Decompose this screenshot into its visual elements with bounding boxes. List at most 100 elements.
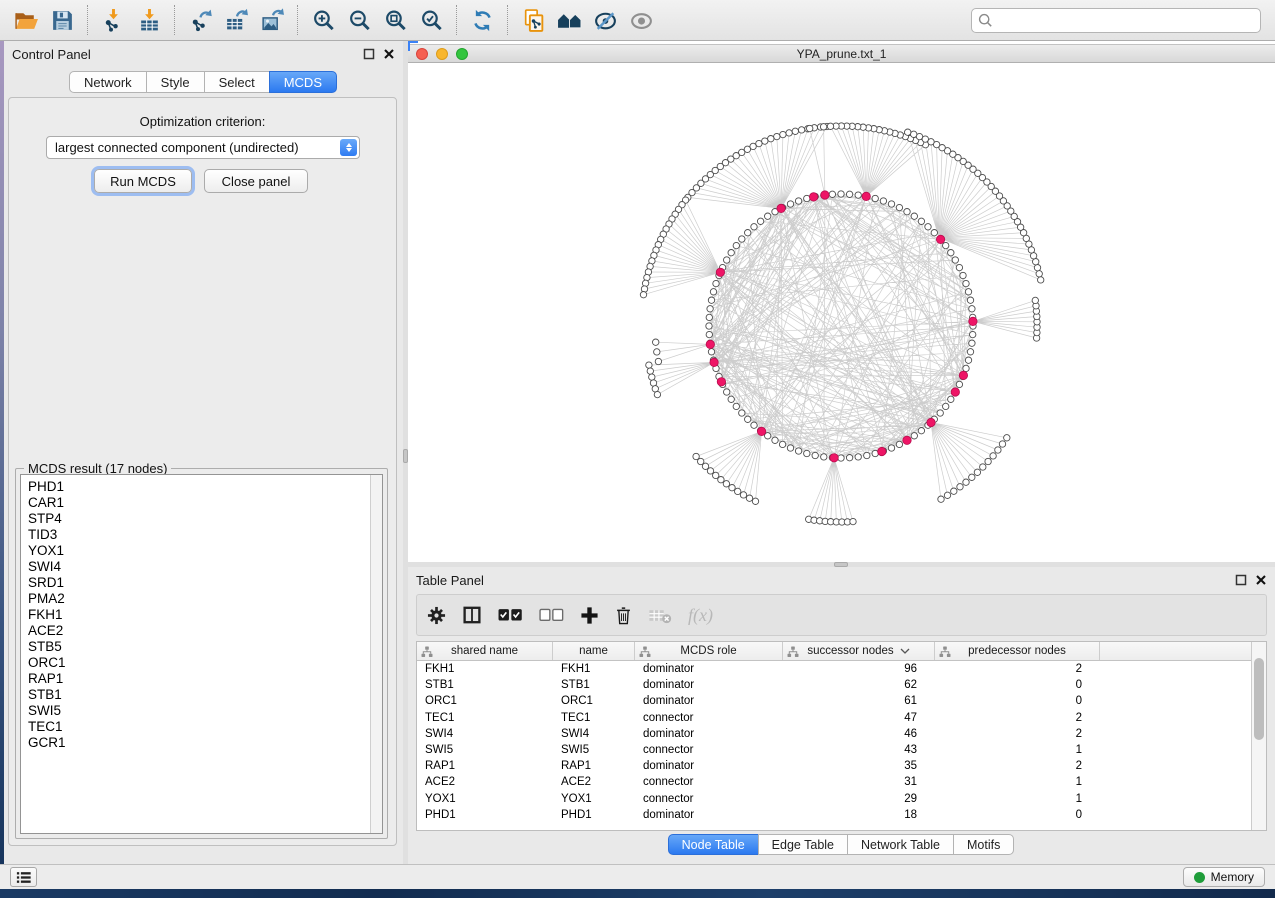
graph-node[interactable]: [995, 447, 1001, 453]
import-table-button[interactable]: [131, 4, 167, 36]
graph-node[interactable]: [951, 488, 957, 494]
graph-node[interactable]: [739, 236, 745, 242]
mcds-result-item[interactable]: FKH1: [21, 607, 382, 623]
mcds-result-item[interactable]: SRD1: [21, 575, 382, 591]
graph-node[interactable]: [963, 479, 969, 485]
graph-node[interactable]: [980, 464, 986, 470]
graph-node[interactable]: [733, 242, 739, 248]
export-network-button[interactable]: [182, 4, 218, 36]
mcds-graph-node[interactable]: [777, 204, 785, 212]
mcds-graph-node[interactable]: [936, 235, 944, 243]
column-header-shared-name[interactable]: shared name: [417, 642, 553, 660]
graph-node[interactable]: [807, 125, 813, 131]
graph-node[interactable]: [925, 224, 931, 230]
table-row-ace2[interactable]: ACE2ACE2connector311: [417, 774, 1251, 790]
tab-network-table[interactable]: Network Table: [847, 834, 954, 855]
list-scrollbar[interactable]: [370, 475, 382, 833]
mcds-result-item[interactable]: GCR1: [21, 735, 382, 751]
graph-node[interactable]: [952, 257, 958, 263]
table-row-stb1[interactable]: STB1STB1dominator620: [417, 677, 1251, 693]
graph-node[interactable]: [772, 437, 778, 443]
mcds-result-item[interactable]: YOX1: [21, 543, 382, 559]
graph-node[interactable]: [937, 410, 943, 416]
mcds-result-item[interactable]: ACE2: [21, 623, 382, 639]
export-image-button[interactable]: [254, 4, 290, 36]
table-scrollbar[interactable]: [1251, 642, 1266, 830]
graph-node[interactable]: [739, 410, 745, 416]
graph-node[interactable]: [752, 498, 758, 504]
graph-node[interactable]: [751, 224, 757, 230]
graph-node[interactable]: [707, 468, 713, 474]
close-panel-button[interactable]: Close panel: [204, 169, 308, 193]
graph-node[interactable]: [740, 492, 746, 498]
graph-node[interactable]: [944, 492, 950, 498]
graph-node[interactable]: [649, 374, 655, 380]
graph-node[interactable]: [779, 441, 785, 447]
graph-node[interactable]: [787, 445, 793, 451]
graph-node[interactable]: [963, 280, 969, 286]
mcds-result-item[interactable]: STP4: [21, 511, 382, 527]
export-table-button[interactable]: [218, 4, 254, 36]
mcds-result-item[interactable]: STB5: [21, 639, 382, 655]
graph-node[interactable]: [911, 131, 917, 137]
mcds-result-item[interactable]: PHD1: [21, 475, 382, 495]
graph-node[interactable]: [1030, 253, 1036, 259]
graph-node[interactable]: [728, 396, 734, 402]
table-body[interactable]: FKH1FKH1dominator962STB1STB1dominator620…: [417, 661, 1251, 830]
zoom-selected-button[interactable]: [413, 4, 449, 36]
graph-node[interactable]: [706, 323, 712, 329]
first-neighbors-button[interactable]: [551, 4, 587, 36]
graph-node[interactable]: [948, 250, 954, 256]
graph-node[interactable]: [960, 272, 966, 278]
graph-node[interactable]: [838, 455, 844, 461]
graph-node[interactable]: [647, 368, 653, 374]
graph-node[interactable]: [846, 191, 852, 197]
tab-edge-table[interactable]: Edge Table: [758, 834, 848, 855]
graph-node[interactable]: [708, 297, 714, 303]
graph-node[interactable]: [713, 280, 719, 286]
mcds-graph-node[interactable]: [809, 193, 817, 201]
graph-node[interactable]: [905, 129, 911, 135]
graph-node[interactable]: [733, 403, 739, 409]
close-panel-icon[interactable]: [1255, 574, 1267, 586]
show-columns-button[interactable]: [462, 606, 482, 624]
graph-node[interactable]: [723, 481, 729, 487]
graph-node[interactable]: [999, 441, 1005, 447]
graph-node[interactable]: [943, 242, 949, 248]
select-all-button[interactable]: [498, 608, 523, 622]
column-header-name[interactable]: name: [553, 642, 635, 660]
refresh-layout-button[interactable]: [464, 4, 500, 36]
graph-node[interactable]: [724, 257, 730, 263]
mcds-graph-node[interactable]: [969, 317, 977, 325]
table-row-tec1[interactable]: TEC1TEC1connector472: [417, 710, 1251, 726]
graph-node[interactable]: [931, 230, 937, 236]
graph-node[interactable]: [646, 362, 652, 368]
graph-node[interactable]: [820, 124, 826, 130]
zoom-out-button[interactable]: [341, 4, 377, 36]
mcds-result-item[interactable]: CAR1: [21, 495, 382, 511]
table-row-orc1[interactable]: ORC1ORC1dominator610: [417, 693, 1251, 709]
mcds-result-item[interactable]: SWI5: [21, 703, 382, 719]
graph-node[interactable]: [904, 209, 910, 215]
mcds-graph-node[interactable]: [878, 447, 886, 455]
mcds-graph-node[interactable]: [710, 358, 718, 366]
graph-node[interactable]: [967, 297, 973, 303]
graph-node[interactable]: [787, 201, 793, 207]
mcds-result-list[interactable]: PHD1CAR1STP4TID3YOX1SWI4SRD1PMA2FKH1ACE2…: [20, 474, 383, 834]
mcds-graph-node[interactable]: [717, 378, 725, 386]
graph-node[interactable]: [728, 250, 734, 256]
tab-node-table[interactable]: Node Table: [668, 834, 759, 855]
graph-node[interactable]: [798, 127, 804, 133]
graph-node[interactable]: [963, 365, 969, 371]
mcds-graph-node[interactable]: [903, 436, 911, 444]
graph-node[interactable]: [888, 201, 894, 207]
graph-node[interactable]: [985, 458, 991, 464]
graph-node[interactable]: [888, 445, 894, 451]
graph-node[interactable]: [1033, 259, 1039, 265]
graph-node[interactable]: [1038, 277, 1044, 283]
graph-node[interactable]: [855, 454, 861, 460]
graph-node[interactable]: [969, 474, 975, 480]
open-file-button[interactable]: [8, 4, 44, 36]
graph-node[interactable]: [838, 191, 844, 197]
graph-node[interactable]: [956, 381, 962, 387]
